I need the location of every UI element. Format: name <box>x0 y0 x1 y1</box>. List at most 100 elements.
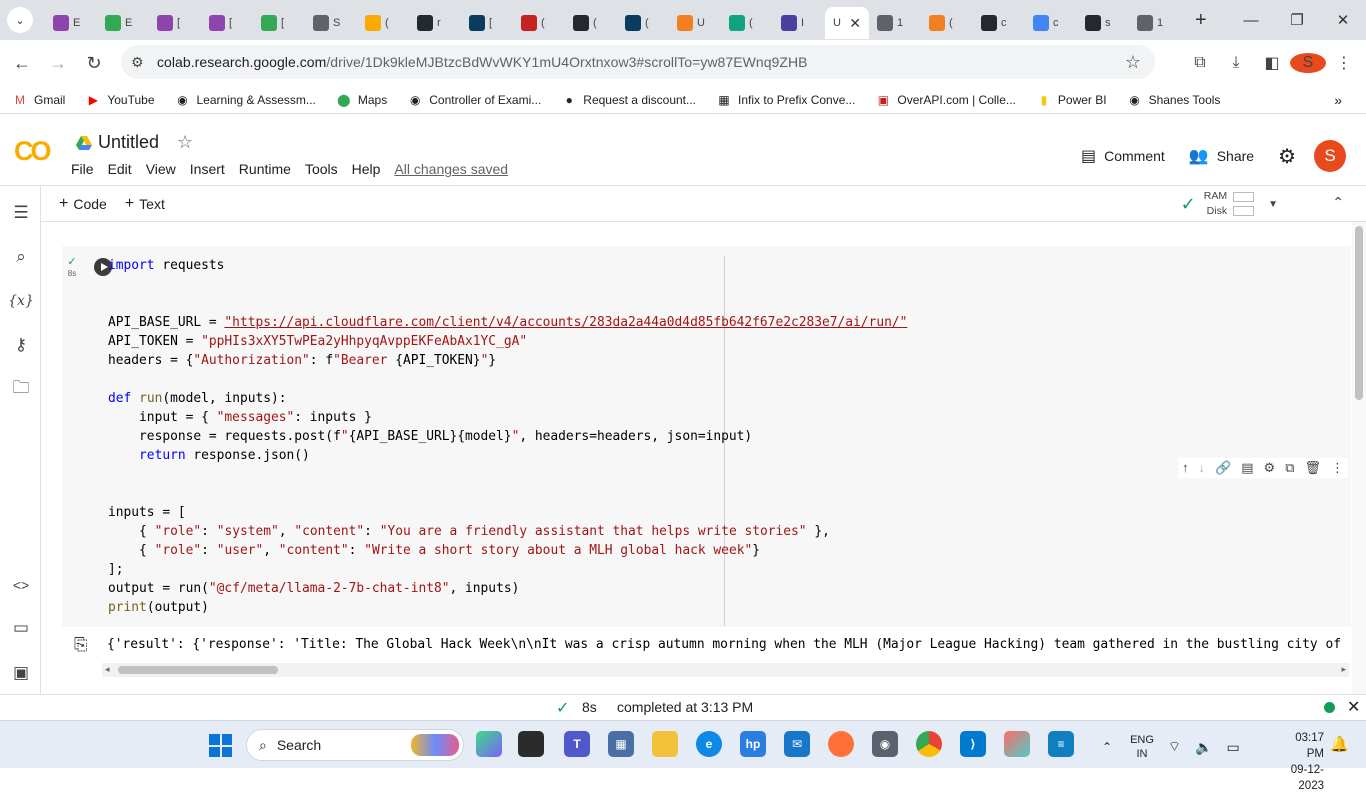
browser-tab[interactable]: I <box>773 7 825 39</box>
browser-tab[interactable]: r <box>409 7 461 39</box>
bookmark-item[interactable]: ▦ Infix to Prefix Conve... <box>716 93 855 107</box>
output-horizontal-scrollbar[interactable]: ◂ ▸ <box>102 663 1349 677</box>
bookmark-item[interactable]: ⬤ Maps <box>336 93 387 107</box>
edge-icon[interactable]: e <box>696 731 722 757</box>
terminal-icon[interactable]: ▣ <box>10 662 32 684</box>
calculator-icon[interactable]: ▦ <box>608 731 634 757</box>
browser-tab[interactable]: [ <box>461 7 513 39</box>
teams-icon[interactable]: T <box>564 731 590 757</box>
collapse-header-icon[interactable]: ⌃ <box>1332 194 1344 211</box>
bookmark-item[interactable]: ▮ Power BI <box>1036 93 1107 107</box>
bookmark-item[interactable]: ▶ YouTube <box>85 93 155 107</box>
chrome-icon[interactable] <box>916 731 942 757</box>
forward-button[interactable]: → <box>40 45 76 81</box>
app-icon[interactable] <box>1004 731 1030 757</box>
browser-tab[interactable]: [ <box>149 7 201 39</box>
bookmark-item[interactable]: ● Request a discount... <box>561 93 696 107</box>
bookmark-item[interactable]: M Gmail <box>12 93 65 107</box>
bookmark-item[interactable]: ▣ OverAPI.com | Colle... <box>875 93 1016 107</box>
address-bar[interactable]: ⚙ colab.research.google.com/drive/1Dk9kl… <box>121 45 1155 79</box>
mirror-cell-icon[interactable]: ⧉ <box>1285 460 1294 476</box>
browser-tab[interactable]: [ <box>253 7 305 39</box>
bookmark-item[interactable]: ◉ Shanes Tools <box>1127 93 1220 107</box>
volume-icon[interactable]: 🔈 <box>1195 739 1212 756</box>
command-palette-icon[interactable]: ▭ <box>10 617 32 639</box>
code-cell[interactable]: ✓ 8s import requests API_BASE_URL = "http… <box>62 246 1351 627</box>
vscode-icon[interactable]: ⟩ <box>960 731 986 757</box>
browser-tab-active[interactable]: U ✕ <box>825 7 869 39</box>
close-status-icon[interactable]: ✕ <box>1347 697 1360 717</box>
reload-button[interactable]: ↻ <box>76 45 112 81</box>
browser-tab[interactable]: ( <box>565 7 617 39</box>
move-down-icon[interactable]: ↓ <box>1199 460 1206 476</box>
colab-logo[interactable]: CO <box>14 136 51 167</box>
delete-icon[interactable]: 🗑 <box>1304 460 1321 476</box>
firefox-icon[interactable] <box>828 731 854 757</box>
browser-tab[interactable]: S <box>305 7 357 39</box>
side-panel-icon[interactable]: ◧ <box>1254 53 1290 73</box>
move-up-icon[interactable]: ↑ <box>1182 460 1189 476</box>
browser-tab[interactable]: E <box>45 7 97 39</box>
variables-icon[interactable]: {x} <box>8 290 34 312</box>
notification-bell-icon[interactable]: 🔔 <box>1330 735 1349 753</box>
browser-tab[interactable]: c <box>1025 7 1077 39</box>
link-icon[interactable]: 🔗 <box>1215 460 1231 476</box>
download-icon[interactable]: ⤓ <box>1218 54 1254 72</box>
minimize-button[interactable]: — <box>1228 0 1274 40</box>
menu-help[interactable]: Help <box>352 161 381 177</box>
extensions-icon[interactable]: ⧉ <box>1182 54 1218 72</box>
scroll-right-icon[interactable]: ▸ <box>1341 664 1346 675</box>
google-drive-icon[interactable] <box>76 135 92 150</box>
connection-status-icon[interactable] <box>1324 702 1335 713</box>
chevron-up-icon[interactable]: ⌃ <box>1102 740 1112 754</box>
code-editor[interactable]: import requests API_BASE_URL = "https://… <box>108 256 907 617</box>
more-actions-icon[interactable]: ⋮ <box>1331 460 1344 476</box>
task-view-icon[interactable] <box>518 731 544 757</box>
language-indicator[interactable]: ENG IN <box>1130 733 1154 761</box>
menu-insert[interactable]: Insert <box>190 161 225 177</box>
taskbar-search[interactable]: ⌕ Search <box>246 729 464 761</box>
files-folder-icon[interactable]: 🗀 <box>10 378 32 400</box>
maximize-button[interactable]: ❐ <box>1274 0 1320 40</box>
comment-icon[interactable]: ▤ <box>1241 460 1253 476</box>
menu-tools[interactable]: Tools <box>305 161 338 177</box>
bookmark-item[interactable]: ◉ Learning & Assessm... <box>175 93 316 107</box>
tab-search-button[interactable]: ⌄ <box>7 7 33 33</box>
menu-runtime[interactable]: Runtime <box>239 161 291 177</box>
output-options-icon[interactable]: ⎘ <box>74 635 88 655</box>
browser-tab[interactable]: E <box>97 7 149 39</box>
browser-tab[interactable]: ( <box>617 7 669 39</box>
code-snippets-icon[interactable]: <> <box>10 574 32 596</box>
notebook-name[interactable]: Untitled <box>98 132 159 153</box>
url-text[interactable]: colab.research.google.com/drive/1Dk9kleM… <box>157 54 808 70</box>
star-notebook-icon[interactable]: ☆ <box>177 132 193 153</box>
browser-tab[interactable]: ( <box>357 7 409 39</box>
close-tab-icon[interactable]: ✕ <box>849 15 861 32</box>
add-text-cell-button[interactable]: + Text <box>125 195 165 213</box>
menu-file[interactable]: File <box>71 161 94 177</box>
battery-icon[interactable]: ▭ <box>1227 739 1240 756</box>
browser-tab[interactable]: ( <box>721 7 773 39</box>
site-info-icon[interactable]: ⚙ <box>131 54 151 71</box>
file-explorer-icon[interactable] <box>652 731 678 757</box>
browser-tab[interactable]: c <box>973 7 1025 39</box>
mail-icon[interactable]: ✉ <box>784 731 810 757</box>
browser-tab[interactable]: ( <box>513 7 565 39</box>
copilot-icon[interactable] <box>476 731 502 757</box>
cell-settings-icon[interactable]: ⚙ <box>1264 460 1276 476</box>
wifi-icon[interactable]: ⌔ <box>1168 738 1181 756</box>
share-button[interactable]: 👥 Share <box>1189 146 1254 166</box>
menu-view[interactable]: View <box>146 161 176 177</box>
resource-monitor[interactable]: ✓ RAM Disk ▼ <box>1181 189 1278 219</box>
browser-tab[interactable]: [ <box>201 7 253 39</box>
new-tab-button[interactable]: + <box>1195 9 1207 32</box>
myhp-icon[interactable]: hp <box>740 731 766 757</box>
bookmark-item[interactable]: ◉ Controller of Exami... <box>407 93 541 107</box>
windows-start-icon[interactable] <box>209 734 232 757</box>
browser-tab[interactable]: ( <box>921 7 973 39</box>
browser-tab[interactable]: s <box>1077 7 1129 39</box>
add-code-cell-button[interactable]: + Code <box>59 195 107 213</box>
secrets-key-icon[interactable]: ⚷ <box>10 334 32 356</box>
scroll-left-icon[interactable]: ◂ <box>105 664 110 675</box>
menu-edit[interactable]: Edit <box>108 161 132 177</box>
